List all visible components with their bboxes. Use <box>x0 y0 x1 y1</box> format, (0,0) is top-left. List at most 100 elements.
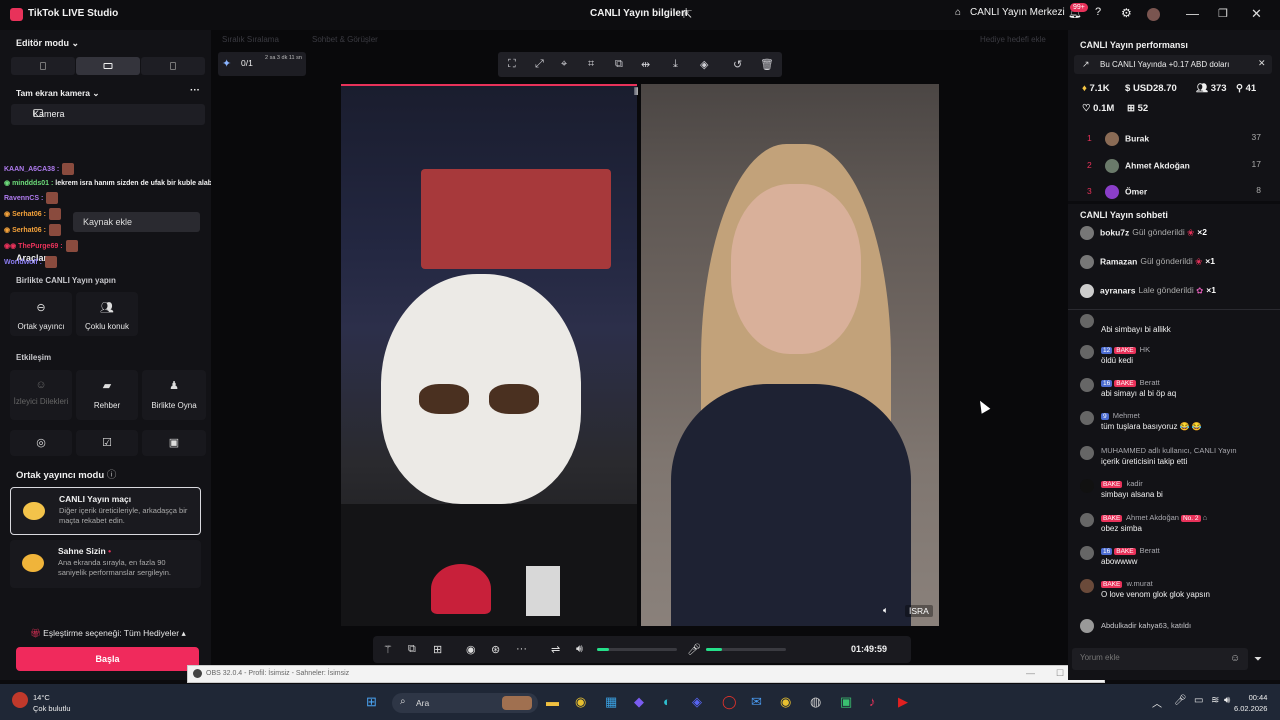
live-match-option[interactable]: CANLI Yayın maçı Diğer içerik üreticiler… <box>10 487 201 535</box>
portrait-layout-button[interactable] <box>11 57 75 75</box>
live-center-link[interactable]: CANLI Yayın Merkezi <box>970 7 1065 18</box>
ranking-row[interactable]: 1 Burak 37 <box>1087 132 1261 146</box>
info-icon[interactable]: ⓘ <box>107 470 117 481</box>
share-icon[interactable]: ⇱ <box>683 8 692 21</box>
tool-tile[interactable]: ☑ <box>76 430 138 456</box>
chrome-icon[interactable]: ◉ <box>575 694 586 710</box>
ranking-row[interactable]: 2 Ahmet Akdoğan 17 <box>1087 159 1261 173</box>
volume-icon[interactable]: 🔊︎ <box>576 643 583 656</box>
layers-icon[interactable]: ◈ <box>700 58 708 71</box>
layer-down-icon[interactable]: ⤓ <box>673 58 678 71</box>
close-icon[interactable]: ✕ <box>1251 6 1262 22</box>
viewer-requests-button[interactable]: ☺ İzleyici Dilekleri <box>10 370 72 420</box>
crop-icon[interactable]: ⌗ <box>588 58 594 71</box>
play-together-button[interactable]: ♟ Birlikte Oyna <box>142 370 206 420</box>
gear-icon[interactable]: ⚙ <box>1121 6 1132 20</box>
multi-guest-button[interactable]: 👥︎ Çoklu konuk <box>76 292 138 336</box>
match-option-dropdown[interactable]: 🎁︎ Eşleştirme seçeneği: Tüm Hediyeler ▴ <box>30 628 186 639</box>
filter-icon[interactable]: ⏷ <box>1254 654 1262 665</box>
more-icon[interactable]: ··· <box>190 85 200 96</box>
start-button[interactable]: Başla <box>16 647 199 671</box>
cohost-button[interactable]: ⊖ Ortak yayıncı <box>10 292 72 336</box>
split-handle-icon[interactable]: ⦀ <box>634 87 638 98</box>
magic-wand-icon[interactable]: ⚚ <box>383 643 393 656</box>
add-scene-icon[interactable]: ⧉ <box>408 643 416 656</box>
live-timer: 01:49:59 <box>851 644 888 654</box>
xbox-icon[interactable]: ▣ <box>840 694 852 710</box>
volume-tray-icon[interactable]: 🔊︎ <box>1224 695 1230 706</box>
chevron-up-icon: ▴ <box>181 628 186 638</box>
user-avatar <box>44 256 57 268</box>
opera-icon[interactable]: ◯ <box>722 694 737 710</box>
help-icon[interactable]: ? <box>1095 6 1101 18</box>
layout-icon[interactable]: ⊞ <box>433 643 442 656</box>
comment-input[interactable] <box>1080 653 1230 662</box>
rose-icon: ❀ <box>1195 256 1203 267</box>
chrome-active-icon[interactable]: ◉ <box>780 694 791 710</box>
viewer-requests-label: İzleyici Dilekleri <box>13 397 69 406</box>
add-source-button[interactable]: Kaynak ekle <box>73 212 200 232</box>
settings-sliders-icon[interactable]: ⇌ <box>551 643 560 656</box>
chevron-up-icon[interactable]: ︿ <box>1152 695 1162 710</box>
select-icon[interactable]: ⛶ <box>508 58 516 71</box>
ranking-row[interactable]: 3 Ömer 8 <box>1087 185 1261 199</box>
weather-widget[interactable]: 14°C Çok bulutlu <box>33 692 71 714</box>
youtube-icon[interactable]: ▶ <box>898 694 908 710</box>
source-camera[interactable]: Kamera <box>11 104 205 125</box>
mic-tray-icon[interactable]: 🎤︎ <box>1174 695 1187 706</box>
edge-icon[interactable]: ◐ <box>663 694 671 709</box>
tool-tile[interactable]: ▣ <box>142 430 206 456</box>
obs-icon[interactable]: ◍ <box>810 694 821 710</box>
store-icon[interactable]: ▦ <box>605 694 617 710</box>
match-emoji-icon <box>23 502 45 520</box>
user-avatar <box>1105 185 1119 199</box>
teams-icon[interactable]: ◆ <box>634 694 644 710</box>
dual-layout-button[interactable] <box>141 57 205 75</box>
tool-tile[interactable]: ◎ <box>10 430 72 456</box>
mask-eye-left <box>419 384 469 414</box>
discord-icon[interactable]: ◈ <box>692 694 702 710</box>
diamonds-value: 7.1K <box>1089 83 1110 94</box>
editor-mode-dropdown[interactable]: Editör modu ⌄ <box>16 38 79 49</box>
fit-icon[interactable]: ⤢ <box>535 58 544 71</box>
flip-icon[interactable]: ⇹ <box>641 58 650 71</box>
search-highlight-image <box>502 696 532 710</box>
emoji-icon[interactable]: ☺ <box>1230 653 1240 664</box>
center-icon[interactable]: ⌖ <box>561 58 567 71</box>
obs-window-bar[interactable]: OBS 32.0.4 - Profil: İsimsiz - Sahneler:… <box>187 665 1105 683</box>
system-clock[interactable]: 00:44 6.02.2026 <box>1234 692 1267 714</box>
guest-video[interactable] <box>641 84 939 626</box>
speaker-icon[interactable]: 🔈︎ <box>883 605 888 616</box>
mic-slider[interactable] <box>706 648 786 651</box>
record-icon[interactable]: ◉ <box>466 643 476 656</box>
guide-button[interactable]: ▰ Rehber <box>76 370 138 420</box>
stream-info-title[interactable]: CANLI Yayın bilgileri <box>590 8 688 19</box>
mic-icon[interactable]: 🎤︎ <box>687 643 701 656</box>
camera-toggle-icon[interactable]: ⊛ <box>491 643 500 656</box>
host-video[interactable] <box>341 84 637 626</box>
scene-dropdown[interactable]: Tam ekran kamera ⌄ <box>16 88 100 99</box>
stage-yours-option[interactable]: Sahne Sizin • Ana ekranda sırayla, en fa… <box>10 540 201 588</box>
copy-icon[interactable]: ⧉ <box>615 58 623 71</box>
rotate-icon[interactable]: ↺ <box>733 58 742 71</box>
close-icon[interactable]: ✕ <box>1258 58 1266 69</box>
more-icon[interactable]: ··· <box>516 643 527 655</box>
earnings-banner: ↗ Bu CANLI Yayında +0.17 ABD doları ✕ <box>1074 55 1272 74</box>
volume-slider[interactable] <box>597 648 677 651</box>
mail-icon[interactable]: ✉ <box>751 694 762 710</box>
minimize-icon[interactable]: — <box>1026 668 1035 678</box>
home-icon[interactable]: ⌂ <box>955 7 961 18</box>
windows-start-icon[interactable]: ⊞ <box>366 694 377 710</box>
taskbar-search[interactable]: ⌕ Ara <box>392 693 538 713</box>
file-explorer-icon[interactable]: ▬ <box>546 694 559 709</box>
restore-icon[interactable]: ❐ <box>1218 7 1228 20</box>
tiktok-live-icon[interactable]: ♪ <box>869 694 876 709</box>
minimize-icon[interactable]: — <box>1186 6 1199 21</box>
landscape-layout-button[interactable] <box>76 57 140 75</box>
trash-icon[interactable]: 🗑︎ <box>760 58 774 71</box>
wifi-icon[interactable]: ≋ <box>1211 695 1219 706</box>
maximize-icon[interactable]: ☐ <box>1056 668 1064 679</box>
goal-widget[interactable]: ✦ 0/1 2 sa 3 dk 11 sn <box>218 52 306 76</box>
avatar[interactable] <box>1147 8 1160 21</box>
display-icon[interactable]: ▭ <box>1194 695 1203 706</box>
